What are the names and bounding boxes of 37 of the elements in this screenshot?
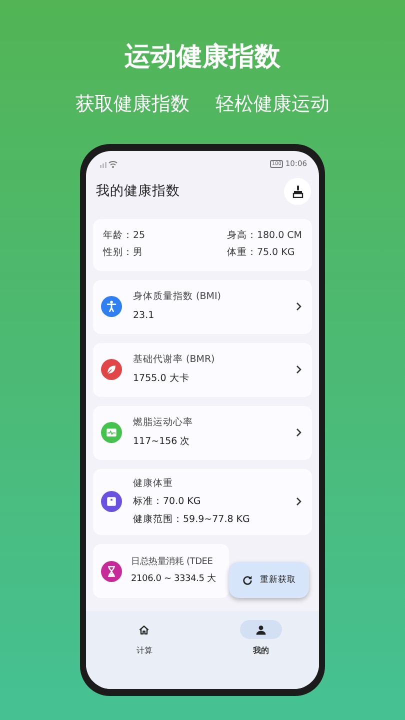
metric-value: 标准：70.0 KG bbox=[133, 494, 201, 509]
metric-title: 身体质量指数 (BMI) bbox=[133, 290, 221, 304]
metric-card[interactable]: 健康体重 标准：70.0 KG 健康范围：59.9~77.8 KG bbox=[93, 468, 312, 536]
broom-icon bbox=[292, 184, 304, 198]
profile-field: 年龄：25 bbox=[103, 229, 227, 244]
profile-field: 体重：75.0 KG bbox=[226, 246, 302, 260]
profile-field: 性别：男 bbox=[103, 246, 227, 260]
metric-title: 健康体重 bbox=[133, 476, 173, 490]
metric-card[interactable]: 日总热量消耗 (TDEE 2106.0 ~ 3334.5 大 bbox=[93, 544, 229, 598]
metric-title: 燃脂运动心率 bbox=[133, 416, 193, 430]
metric-title: 基础代谢率 (BMR) bbox=[133, 353, 215, 368]
refresh-icon bbox=[242, 574, 253, 586]
signal-icon bbox=[100, 160, 118, 168]
nav-tab[interactable]: 我的 bbox=[202, 611, 319, 689]
person-icon bbox=[254, 624, 267, 636]
page-title: 我的健康指数 bbox=[96, 182, 180, 201]
refresh-button[interactable]: 重新获取 bbox=[229, 562, 309, 598]
broom-button[interactable] bbox=[284, 178, 311, 204]
metric-value: 1755.0 大卡 bbox=[133, 372, 190, 386]
profile-field: 身高：180.0 CM bbox=[226, 229, 302, 244]
metric-title: 日总热量消耗 (TDEE bbox=[131, 556, 213, 569]
chevron-right-icon bbox=[296, 302, 302, 311]
nav-tab[interactable]: 计算 bbox=[86, 611, 202, 689]
metric-card[interactable]: 身体质量指数 (BMI) 23.1 bbox=[93, 280, 312, 334]
subheadline: 轻松健康运动 bbox=[216, 92, 330, 117]
chevron-right-icon bbox=[296, 365, 302, 374]
metric-value: 健康范围：59.9~77.8 KG bbox=[133, 513, 250, 527]
subheadline: 获取健康指数 bbox=[76, 92, 190, 117]
metric-value: 117~156 次 bbox=[133, 434, 190, 448]
chevron-right-icon bbox=[296, 497, 302, 506]
metric-card[interactable]: 燃脂运动心率 117~156 次 bbox=[93, 406, 312, 460]
metric-card[interactable]: 基础代谢率 (BMR) 1755.0 大卡 bbox=[93, 342, 312, 396]
home-icon bbox=[138, 624, 150, 636]
headline: 运动健康指数 bbox=[124, 41, 282, 74]
metric-value: 2106.0 ~ 3334.5 大 bbox=[131, 573, 216, 586]
chevron-right-icon bbox=[296, 428, 302, 437]
metric-value: 23.1 bbox=[133, 308, 154, 322]
